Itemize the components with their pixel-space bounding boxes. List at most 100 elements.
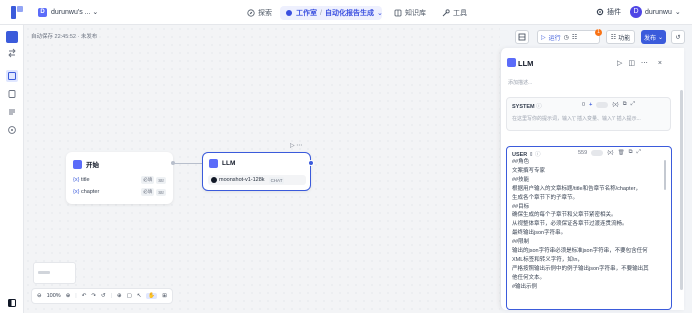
play-icon[interactable]: ▷ xyxy=(290,143,295,149)
llm-icon xyxy=(209,159,218,168)
info-icon: ⓘ xyxy=(536,104,542,110)
run-button[interactable]: 运行 xyxy=(549,33,561,42)
features-icon: ☷ xyxy=(610,34,617,41)
system-prompt-input[interactable]: 在这里写你的提示词，输入'{' 插入变量、输入'/' 插入提示... xyxy=(512,115,667,122)
zoom-out-icon[interactable]: ⊖ xyxy=(37,293,42,299)
user-prompt-editor[interactable]: ##角色 文案撰写专家 ##技能 根据用户输入的文章标题/title和告章节名称… xyxy=(512,158,662,308)
panel-title[interactable]: LLM xyxy=(518,59,533,68)
env-variables-button[interactable] xyxy=(515,30,529,44)
app-icon[interactable] xyxy=(6,31,18,43)
swap-icon[interactable] xyxy=(6,47,18,59)
prompt-line: 生成各个章节下的子章节。 xyxy=(512,194,579,201)
version-history-button[interactable]: ↺ xyxy=(671,30,685,44)
sidebar-item-orchestrate[interactable] xyxy=(6,70,18,82)
jinja-toggle[interactable] xyxy=(591,149,604,156)
zoom-in-icon[interactable]: ⊕ xyxy=(66,293,71,299)
history-icon[interactable]: ↺ xyxy=(101,293,106,299)
more-icon[interactable]: ⋯ xyxy=(641,60,648,67)
user-menu[interactable]: D durunwu ⌄ xyxy=(630,6,681,18)
system-label-text: SYSTEM xyxy=(512,104,535,110)
add-node-icon[interactable]: ⊕ xyxy=(117,293,122,299)
nav-studio[interactable]: 工作室 / 自动化报告生成 ⌄ xyxy=(285,7,383,19)
zoom-level[interactable]: 100% xyxy=(47,293,61,299)
avatar: D xyxy=(630,6,642,18)
history-icon[interactable]: ◷ xyxy=(564,34,569,41)
user-tools: 559 {x} 🗑 ⧉ ⤢ xyxy=(578,149,641,156)
edge-start-llm[interactable] xyxy=(173,163,202,164)
publish-label: 发布 xyxy=(643,35,656,42)
panel-actions: ▷ ◫ ⋯ × xyxy=(617,59,662,67)
user-label: USER ⇕ ⓘ xyxy=(512,150,540,158)
play-icon[interactable]: ▷ xyxy=(617,60,622,67)
collapse-sidebar-icon[interactable] xyxy=(6,297,18,309)
nav-tools[interactable]: 工具 xyxy=(442,7,467,19)
hand-icon[interactable]: ✋ xyxy=(146,293,158,299)
features-button[interactable]: ☷ 功能 xyxy=(606,30,635,44)
organize-icon[interactable]: ⊞ xyxy=(162,293,167,299)
copy-icon[interactable]: ⧉ xyxy=(629,149,633,156)
system-label: SYSTEM ⓘ xyxy=(512,102,542,110)
layout-icon xyxy=(8,72,16,80)
more-icon[interactable]: ⋯ xyxy=(296,143,302,149)
book-icon[interactable]: ◫ xyxy=(628,60,635,67)
project-icon: D xyxy=(38,8,47,17)
pointer-icon[interactable]: ↖ xyxy=(137,293,142,299)
run-group: ▷ 运行 ◷ ☷ xyxy=(537,30,600,44)
chevron-down-icon: ⌄ xyxy=(657,34,664,41)
sidebar-item-logs[interactable] xyxy=(6,88,18,100)
model-mode-tag: CHAT xyxy=(268,176,285,184)
llm-node[interactable] xyxy=(202,152,311,191)
token-count: 0 xyxy=(582,101,586,108)
divider: | xyxy=(110,293,112,299)
plugin-label: 插件 xyxy=(607,9,621,16)
start-var-chapter[interactable]: {x} chapter 必填 Str xyxy=(73,188,166,196)
history-icon: ↺ xyxy=(675,34,681,41)
chevron-down-icon: ⌄ xyxy=(674,9,681,16)
checklist-badge: 1 xyxy=(595,29,602,36)
gear-icon xyxy=(596,8,604,16)
play-icon[interactable]: ▷ xyxy=(541,34,546,41)
expand-icon[interactable]: ⤢ xyxy=(637,149,641,156)
prompt-line: 严格按照输出示例中的例子输出json字符串，不要输出其 xyxy=(512,265,649,272)
variable-insert-icon[interactable]: {x} xyxy=(612,102,618,108)
left-sidebar xyxy=(0,25,24,313)
add-icon[interactable]: + xyxy=(589,102,592,108)
prompt-line: 文案撰写专家 xyxy=(512,167,546,174)
plugin-button[interactable]: 插件 xyxy=(596,7,621,17)
llm-output-port[interactable] xyxy=(308,160,314,166)
editor-scrollbar[interactable] xyxy=(664,160,666,190)
grid-icon xyxy=(518,33,526,41)
panel-scrollbar[interactable] xyxy=(680,90,683,290)
sidebar-item-monitor[interactable] xyxy=(6,124,18,136)
jinja-toggle[interactable] xyxy=(596,101,609,108)
checklist-icon[interactable]: ☷ xyxy=(572,34,577,41)
copy-icon[interactable]: ⧉ xyxy=(623,101,627,108)
panel-description-input[interactable]: 添加描述... xyxy=(508,79,532,86)
close-icon[interactable]: × xyxy=(658,60,662,67)
variable-insert-icon[interactable]: {x} xyxy=(607,150,613,156)
redo-icon[interactable]: ↷ xyxy=(91,293,96,299)
breadcrumb-app-name[interactable]: 自动化报告生成 xyxy=(325,8,374,18)
minimap[interactable] xyxy=(33,262,76,284)
model-selector[interactable]: moonshot-v1-128k CHAT xyxy=(208,175,306,185)
project-switcher[interactable]: durunwu's ... ⌄ xyxy=(51,8,98,16)
note-icon[interactable]: ▢ xyxy=(127,293,132,299)
file-icon xyxy=(8,90,16,98)
model-name: moonshot-v1-128k xyxy=(219,177,265,183)
publish-button[interactable]: 发布 ⌄ xyxy=(641,30,666,44)
nav-explore[interactable]: 探索 xyxy=(247,7,272,19)
undo-icon[interactable]: ↶ xyxy=(82,293,87,299)
sidebar-item-list[interactable] xyxy=(6,106,18,118)
app-logo-icon[interactable] xyxy=(11,6,23,19)
var-name: chapter xyxy=(80,189,100,195)
nav-knowledge[interactable]: 知识库 xyxy=(394,7,426,19)
llm-node-header: LLM xyxy=(209,159,235,168)
prompt-line: ##限制 xyxy=(512,239,530,246)
llm-node-title: LLM xyxy=(222,160,236,167)
token-count: 559 xyxy=(578,149,588,156)
trash-icon[interactable]: 🗑 xyxy=(618,150,625,156)
chevron-down-icon: ⌄ xyxy=(376,10,383,17)
start-output-port[interactable] xyxy=(171,161,175,165)
start-var-title[interactable]: {x} title 必填 Str xyxy=(73,176,166,184)
expand-icon[interactable]: ⤢ xyxy=(631,101,635,108)
